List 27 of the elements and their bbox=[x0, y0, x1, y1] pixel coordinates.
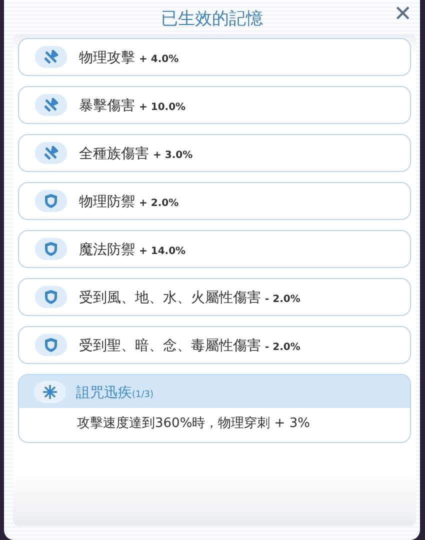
effect-name: 暴擊傷害 bbox=[79, 98, 135, 114]
effect-value: + 14.0% bbox=[139, 246, 186, 257]
shield-icon bbox=[44, 289, 58, 305]
effect-name: 物理防禦 bbox=[79, 194, 135, 210]
close-button[interactable]: ✕ bbox=[392, 4, 414, 26]
sword-icon bbox=[44, 146, 58, 160]
dialog-title: 已生效的記憶 bbox=[161, 9, 263, 29]
effect-value: - 2.0% bbox=[265, 294, 300, 305]
set-description: 攻擊速度達到360%時，物理穿刺 + 3% bbox=[76, 415, 311, 433]
effect-name: 物理攻擊 bbox=[79, 50, 135, 66]
effect-name: 全種族傷害 bbox=[79, 146, 149, 162]
effect-name: 受到風、地、水、火屬性傷害 bbox=[79, 290, 261, 306]
effect-value: + 3.0% bbox=[153, 150, 193, 161]
set-count: (1/3) bbox=[132, 390, 154, 400]
shield-icon bbox=[44, 193, 58, 209]
effect-value: + 4.0% bbox=[139, 54, 179, 65]
set-title: 詛咒迅疾 bbox=[76, 384, 132, 400]
effect-name: 魔法防禦 bbox=[79, 242, 135, 258]
effect-value: + 2.0% bbox=[139, 198, 179, 209]
effect-value: + 10.0% bbox=[139, 102, 186, 113]
effect-name: 受到聖、暗、念、毒屬性傷害 bbox=[79, 338, 261, 354]
sword-icon bbox=[44, 50, 58, 64]
effect-value: - 2.0% bbox=[265, 342, 300, 353]
shield-icon bbox=[44, 337, 58, 353]
sword-icon bbox=[44, 98, 58, 112]
snowflake-icon bbox=[42, 384, 58, 400]
shield-icon bbox=[44, 241, 58, 257]
